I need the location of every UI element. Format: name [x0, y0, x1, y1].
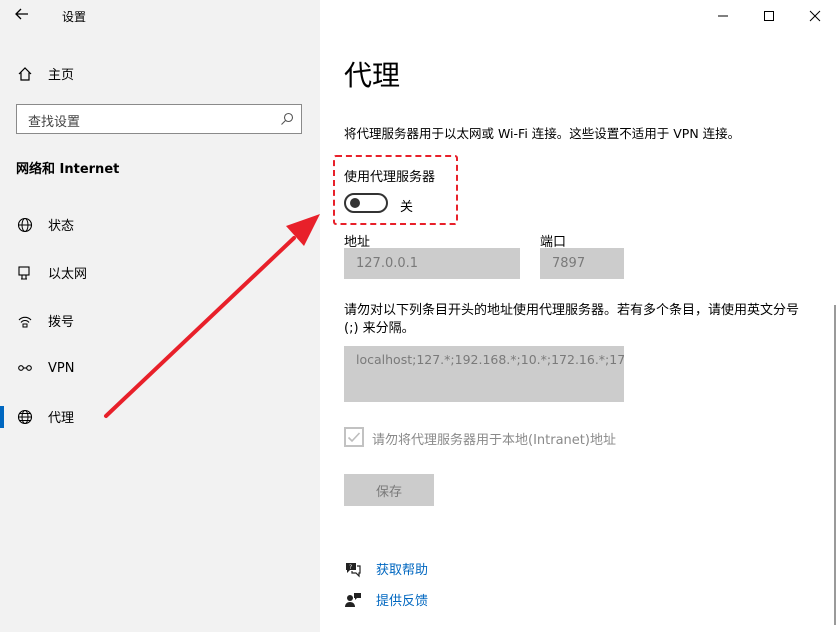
ethernet-icon [16, 264, 34, 282]
bypass-local-label: 请勿将代理服务器用于本地(Intranet)地址 [372, 433, 616, 448]
feedback-icon [344, 591, 362, 609]
sidebar-item-vpn[interactable]: VPN [16, 359, 74, 377]
svg-text:?: ? [349, 564, 352, 571]
maximize-icon [764, 11, 774, 21]
proxy-description: 将代理服务器用于以太网或 Wi-Fi 连接。这些设置不适用于 VPN 连接。 [344, 126, 741, 141]
checkmark-icon [347, 432, 361, 443]
minimize-button[interactable] [700, 0, 746, 32]
feedback-link[interactable]: 提供反馈 [344, 590, 428, 609]
back-arrow-icon [15, 8, 28, 20]
active-indicator [0, 406, 4, 428]
exceptions-textarea[interactable]: localhost;127.*;192.168.*;10.*;172.16.*;… [344, 346, 624, 402]
search-placeholder: 查找设置 [28, 115, 81, 130]
help-chat-icon: ? [344, 560, 362, 578]
exceptions-description: 请勿对以下列条目开头的地址使用代理服务器。若有多个条目，请使用英文分号 (;) … [344, 303, 800, 336]
search-input[interactable]: 查找设置 [16, 104, 302, 134]
annotation-highlight-box [333, 155, 458, 225]
sidebar-item-label: 状态 [48, 219, 75, 234]
close-icon [809, 10, 821, 22]
search-icon [279, 111, 295, 127]
feedback-label: 提供反馈 [376, 594, 429, 609]
home-icon [16, 65, 34, 83]
save-button[interactable]: 保存 [344, 474, 434, 506]
sidebar-item-ethernet[interactable]: 以太网 [16, 263, 87, 282]
sidebar-item-label: VPN [48, 360, 75, 376]
section-title: 网络和 Internet [16, 162, 120, 177]
minimize-icon [718, 15, 728, 17]
get-help-label: 获取帮助 [376, 563, 429, 578]
proxy-globe-icon [16, 408, 34, 426]
back-button[interactable] [14, 6, 36, 28]
sidebar-item-label: 主页 [48, 68, 75, 83]
window-controls [700, 0, 838, 32]
app-title: 设置 [62, 10, 87, 24]
dialup-icon [16, 312, 34, 330]
close-button[interactable] [792, 0, 838, 32]
globe-status-icon [16, 216, 34, 234]
page-title: 代理 [344, 59, 401, 92]
sidebar-item-label: 代理 [48, 411, 75, 426]
address-field[interactable]: 127.0.0.1 [344, 248, 520, 279]
sidebar-item-dialup[interactable]: 拨号 [16, 311, 74, 330]
scrollbar[interactable] [834, 305, 836, 625]
sidebar-item-label: 以太网 [48, 267, 88, 282]
maximize-button[interactable] [746, 0, 792, 32]
port-field[interactable]: 7897 [540, 248, 624, 279]
vpn-icon [16, 359, 34, 377]
sidebar-item-home[interactable]: 主页 [16, 64, 74, 83]
sidebar-item-proxy[interactable]: 代理 [16, 407, 74, 426]
sidebar: 设置 主页 查找设置 网络和 Internet 状态 以太网 拨号 VPN 代理 [0, 0, 320, 632]
sidebar-item-label: 拨号 [48, 315, 75, 330]
bypass-local-checkbox[interactable] [344, 427, 364, 447]
get-help-link[interactable]: ? 获取帮助 [344, 559, 428, 578]
sidebar-item-status[interactable]: 状态 [16, 215, 74, 234]
